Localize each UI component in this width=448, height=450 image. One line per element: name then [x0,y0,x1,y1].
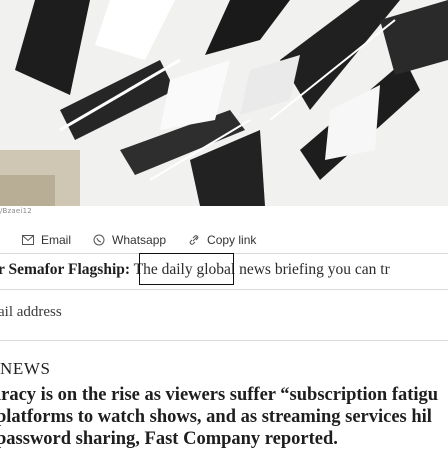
focus-outline [139,253,234,285]
link-icon [189,235,199,245]
share-bar: Email Whatsapp Copy link [22,233,278,247]
whatsapp-icon [93,234,105,246]
newsletter-name: r Semafor Flagship: [0,261,131,278]
copy-link-button[interactable]: Copy link [188,233,256,247]
share-whatsapp-button[interactable]: Whatsapp [93,233,166,247]
section-heading: NEWS [0,359,51,378]
image-credit: /Bzaei12 [0,207,32,215]
news-line: platforms to watch shows, and as streami… [0,407,432,427]
copy-link-label: Copy link [207,233,257,247]
news-line: password sharing, Fast Company reported. [0,429,338,449]
news-paragraph: iracy is on the rise as viewers suffer “… [0,384,448,450]
divider-middle [0,289,448,290]
divider-bottom [0,340,448,341]
share-whatsapp-label: Whatsapp [112,233,167,247]
hero-image [0,0,448,206]
email-field[interactable] [0,301,448,323]
mail-icon [22,235,34,245]
hero-illustration [0,0,448,206]
share-email-button[interactable]: Email [22,233,71,247]
share-email-label: Email [41,233,72,247]
news-line: iracy is on the rise as viewers suffer “… [0,385,439,405]
